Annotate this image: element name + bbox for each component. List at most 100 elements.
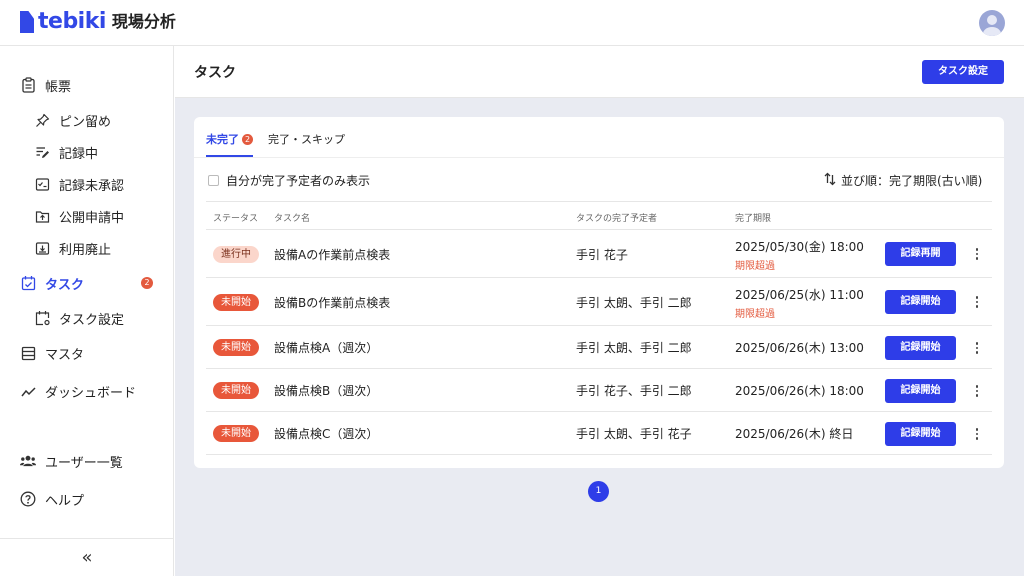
sidebar-item-recording[interactable]: 記録中 <box>34 140 98 164</box>
sidebar-item-pinned[interactable]: ピン留め <box>34 108 111 132</box>
brand-name: tebiki <box>38 9 106 34</box>
task-deadline: 2025/06/26(木) 終日 <box>735 427 854 441</box>
status-badge: 未開始 <box>213 294 259 311</box>
sort-label: 並び順：完了期限(古い順) <box>841 174 983 188</box>
task-assignee: 手引 花子 <box>576 248 628 262</box>
task-assignee: 手引 太朗、手引 二郎 <box>576 296 692 310</box>
users-icon <box>20 453 36 469</box>
sidebar-item-label: 記録未承認 <box>59 178 125 194</box>
sidebar-item-label: ユーザー一覧 <box>45 455 123 471</box>
sidebar-item-label: マスタ <box>45 347 85 363</box>
sidebar-item-master[interactable]: マスタ <box>20 341 84 365</box>
sidebar-item-task-settings[interactable]: タスク設定 <box>34 306 124 330</box>
status-badge: 進行中 <box>213 246 259 263</box>
status-badge: 未開始 <box>213 382 259 399</box>
sort-order-button[interactable]: 並び順：完了期限(古い順) <box>824 172 982 189</box>
sidebar-item-label: ダッシュボード <box>45 385 137 401</box>
sidebar-item-label: 記録中 <box>59 146 99 162</box>
sidebar-item-dashboard[interactable]: ダッシュボード <box>20 379 136 403</box>
help-icon <box>20 491 36 507</box>
incomplete-count-badge: 2 <box>242 134 253 145</box>
table-icon <box>20 345 36 361</box>
task-settings-button[interactable]: タスク設定 <box>922 60 1004 84</box>
archive-icon <box>34 240 50 256</box>
trend-chart-icon <box>20 383 36 399</box>
tab-label: 未完了 <box>206 133 239 146</box>
collapse-sidebar-button[interactable]: « <box>0 538 174 576</box>
overdue-label: 期限超過 <box>735 261 775 272</box>
unapproved-icon <box>34 176 50 192</box>
table-row[interactable]: 未開始 設備点検C（週次） 手引 太朗、手引 花子 2025/06/26(木) … <box>206 412 992 455</box>
sidebar-item-label: 利用廃止 <box>59 242 112 258</box>
start-recording-button[interactable]: 記録開始 <box>885 290 956 314</box>
task-list-card: 未完了 2 完了・スキップ 自分が完了予定者のみ表示 並び順：完了期限(古い順) … <box>194 117 1004 468</box>
task-name: 設備点検B（週次） <box>274 384 379 398</box>
product-name: 現場分析 <box>111 12 176 31</box>
tab-divider <box>194 157 1004 158</box>
start-recording-button[interactable]: 記録開始 <box>885 336 956 360</box>
column-header-assignee: タスクの完了予定者 <box>576 214 658 224</box>
status-badge: 未開始 <box>213 425 259 442</box>
task-deadline: 2025/06/25(水) 11:00 <box>735 288 864 302</box>
sidebar-item-label: 帳票 <box>45 79 72 95</box>
tasks-count-badge: 2 <box>141 277 153 289</box>
tab-incomplete[interactable]: 未完了 2 <box>206 131 253 157</box>
column-header-task-name: タスク名 <box>274 214 311 224</box>
task-deadline: 2025/06/26(木) 18:00 <box>735 384 864 398</box>
top-header: tebiki 現場分析 <box>0 0 1024 46</box>
sidebar-item-users[interactable]: ユーザー一覧 <box>20 449 123 473</box>
checkbox-box[interactable] <box>208 175 219 186</box>
sidebar-item-forms[interactable]: 帳票 <box>20 73 71 97</box>
sort-arrows-icon <box>824 172 836 189</box>
task-assignee: 手引 太朗、手引 花子 <box>576 427 692 441</box>
table-row[interactable]: 未開始 設備点検A（週次） 手引 太朗、手引 二郎 2025/06/26(木) … <box>206 326 992 369</box>
table-header: ステータス タスク名 タスクの完了予定者 完了期限 <box>206 201 992 230</box>
more-options-icon[interactable] <box>971 340 983 356</box>
page-title: タスク <box>194 65 236 81</box>
filter-label: 自分が完了予定者のみ表示 <box>226 174 371 188</box>
start-recording-button[interactable]: 記録開始 <box>885 422 956 446</box>
pagination-page-1[interactable]: 1 <box>588 481 609 502</box>
calendar-settings-icon <box>34 310 50 326</box>
sidebar-item-unapproved[interactable]: 記録未承認 <box>34 172 124 196</box>
table-row[interactable]: 未開始 設備Bの作業前点検表 手引 太朗、手引 二郎 2025/06/25(水)… <box>206 278 992 326</box>
sidebar-item-publish-requests[interactable]: 公開申請中 <box>34 204 124 228</box>
task-assignee: 手引 花子、手引 二郎 <box>576 384 692 398</box>
user-avatar[interactable] <box>979 10 1005 36</box>
task-name: 設備点検C（週次） <box>274 427 379 441</box>
status-badge: 未開始 <box>213 339 259 356</box>
start-recording-button[interactable]: 記録開始 <box>885 379 956 403</box>
brand-logo[interactable]: tebiki 現場分析 <box>20 10 176 34</box>
more-options-icon[interactable] <box>971 383 983 399</box>
task-name: 設備Aの作業前点検表 <box>274 248 391 262</box>
assignee-filter-checkbox[interactable]: 自分が完了予定者のみ表示 <box>208 172 370 189</box>
more-options-icon[interactable] <box>971 294 983 310</box>
page-header: タスク タスク設定 <box>175 47 1024 98</box>
table-row[interactable]: 未開始 設備点検B（週次） 手引 花子、手引 二郎 2025/06/26(木) … <box>206 369 992 412</box>
task-name: 設備点検A（週次） <box>274 341 379 355</box>
task-deadline: 2025/06/26(木) 13:00 <box>735 341 864 355</box>
sidebar-item-label: ピン留め <box>59 114 112 130</box>
task-assignee: 手引 太朗、手引 二郎 <box>576 341 692 355</box>
double-chevron-left-icon: « <box>81 547 93 568</box>
more-options-icon[interactable] <box>971 246 983 262</box>
task-deadline: 2025/05/30(金) 18:00 <box>735 240 864 254</box>
sidebar-item-help[interactable]: ヘルプ <box>20 487 84 511</box>
tab-completed-skipped[interactable]: 完了・スキップ <box>268 131 345 157</box>
overdue-label: 期限超過 <box>735 309 775 320</box>
resume-recording-button[interactable]: 記録再開 <box>885 242 956 266</box>
folder-upload-icon <box>34 208 50 224</box>
pin-icon <box>34 112 50 128</box>
more-options-icon[interactable] <box>971 426 983 442</box>
sidebar-item-label: 公開申請中 <box>59 210 125 226</box>
sidebar: 帳票 ピン留め 記録中 記録未承認 公開申請中 利用廃止 タスク 2 タスク設定… <box>0 46 174 576</box>
edit-list-icon <box>34 144 50 160</box>
task-name: 設備Bの作業前点検表 <box>274 296 391 310</box>
sidebar-item-label: タスク設定 <box>59 312 125 328</box>
tab-label: 完了・スキップ <box>268 133 345 146</box>
sidebar-item-archived[interactable]: 利用廃止 <box>34 236 111 260</box>
calendar-check-icon <box>20 275 36 291</box>
logo-mark-icon <box>20 11 34 33</box>
sidebar-item-tasks[interactable]: タスク <box>20 271 84 295</box>
table-row[interactable]: 進行中 設備Aの作業前点検表 手引 花子 2025/05/30(金) 18:00… <box>206 230 992 278</box>
